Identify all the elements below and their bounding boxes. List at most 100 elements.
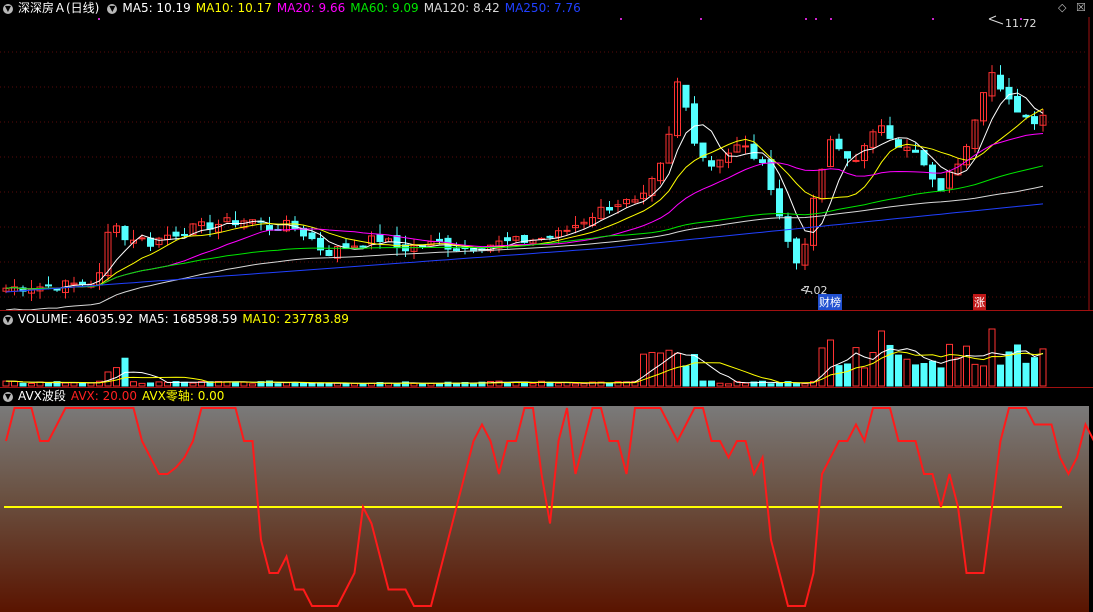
volume-ma10-label: MA10: 237783.89 xyxy=(242,312,349,326)
candle-down xyxy=(776,188,783,217)
candle-down xyxy=(844,151,851,159)
candle-up xyxy=(563,229,571,232)
volume-panel[interactable]: ▼ VOLUME: 46035.92 MA5: 168598.59 MA10: … xyxy=(0,311,1093,388)
stock-title: 深深房Ａ(日线) xyxy=(18,1,100,15)
volume-bar xyxy=(79,382,86,387)
volume-bar xyxy=(946,343,953,387)
volume-bar xyxy=(801,383,809,387)
volume-bar xyxy=(716,382,724,387)
candle-up xyxy=(852,159,860,162)
candle-down xyxy=(929,164,936,180)
candle-down xyxy=(172,231,180,237)
candle-down xyxy=(912,149,919,153)
price-panel[interactable]: ▼ 深深房Ａ(日线) ▼ MA5: 10.19 MA10: 10.17 MA20… xyxy=(0,0,1093,311)
volume-bar xyxy=(1022,362,1030,387)
dropdown-icon[interactable]: ▼ xyxy=(3,3,13,14)
candle-down xyxy=(181,233,188,236)
volume-bar xyxy=(937,367,945,387)
volume-label: VOLUME: 46035.92 xyxy=(18,312,134,326)
volume-bar xyxy=(325,382,333,387)
volume-menu-icon[interactable]: ▼ xyxy=(3,314,13,325)
volume-bar xyxy=(546,381,554,387)
finance-tag[interactable]: 财榜 xyxy=(818,294,842,310)
candle-down xyxy=(835,138,843,150)
volume-bar xyxy=(1005,351,1013,387)
high-price-label: 11.72 xyxy=(1005,17,1037,30)
indicator-menu-icon[interactable]: ▼ xyxy=(107,3,118,14)
candle-up xyxy=(138,237,146,240)
volume-bar xyxy=(436,383,443,387)
candle-down xyxy=(1022,114,1030,118)
volume-bar xyxy=(963,345,970,387)
volume-bar xyxy=(827,339,834,387)
candle-down xyxy=(997,74,1004,90)
candle-down xyxy=(793,238,800,264)
avx-chart[interactable] xyxy=(0,388,1093,612)
ma120-label: MA120: 8.42 xyxy=(423,1,500,15)
candle-down xyxy=(45,284,52,287)
signal-dot xyxy=(932,18,934,20)
volume-bar xyxy=(665,349,673,387)
signal-dot xyxy=(830,18,832,20)
volume-bar xyxy=(113,367,120,387)
volume-bar xyxy=(249,383,256,387)
volume-bar xyxy=(682,365,690,387)
avx-menu-icon[interactable]: ▼ xyxy=(3,391,13,402)
volume-bar xyxy=(708,380,715,387)
volume-bar xyxy=(232,381,239,387)
volume-bar xyxy=(308,383,316,387)
volume-bar xyxy=(691,354,698,387)
candle-down xyxy=(79,281,86,285)
signal-dot xyxy=(620,18,622,20)
candle-down xyxy=(308,232,316,240)
volume-bar xyxy=(87,382,95,387)
volume-bar xyxy=(155,381,163,387)
ma5-label: MA5: 10.19 xyxy=(122,1,191,15)
volume-bar xyxy=(657,352,664,387)
price-chart[interactable] xyxy=(0,0,1093,311)
volume-bar xyxy=(138,382,146,387)
volume-bar xyxy=(470,383,477,387)
volume-bar xyxy=(62,382,69,387)
volume-bar xyxy=(283,382,290,387)
candle-down xyxy=(266,225,273,231)
avx-background xyxy=(0,406,1089,612)
avx-header: ▼ AVX波段 AVX: 20.00 AVX零轴: 0.00 xyxy=(0,388,229,405)
avx-panel[interactable]: ▼ AVX波段 AVX: 20.00 AVX零轴: 0.00 xyxy=(0,388,1093,612)
volume-bar xyxy=(104,371,112,387)
candle-down xyxy=(691,103,698,144)
volume-bar xyxy=(189,382,197,387)
volume-bar xyxy=(28,382,35,387)
volume-bar xyxy=(835,365,843,387)
volume-bar xyxy=(419,383,426,387)
signal-dot xyxy=(700,18,702,20)
volume-bar xyxy=(725,383,732,387)
candle-down xyxy=(147,237,154,247)
volume-bar xyxy=(572,383,579,387)
ma20-label: MA20: 9.66 xyxy=(276,1,346,15)
volume-bar xyxy=(291,382,299,387)
candle-down xyxy=(546,235,554,238)
volume-bar xyxy=(674,352,681,387)
volume-bar xyxy=(954,357,962,387)
candle-down xyxy=(708,160,715,167)
candle-up xyxy=(742,145,749,148)
volume-bar xyxy=(2,380,10,387)
candle-down xyxy=(1014,95,1021,113)
volume-bar xyxy=(393,383,401,387)
volume-bar xyxy=(300,382,307,387)
rise-tag[interactable]: 涨 xyxy=(973,294,986,310)
volume-header: ▼ VOLUME: 46035.92 MA5: 168598.59 MA10: … xyxy=(0,311,354,328)
candle-down xyxy=(920,150,928,166)
signal-dot xyxy=(815,18,817,20)
volume-bar xyxy=(1031,357,1038,387)
candle-down xyxy=(750,143,758,159)
volume-bar xyxy=(980,365,987,387)
volume-bar xyxy=(699,380,707,387)
candle-down xyxy=(359,245,367,248)
signal-dot xyxy=(98,18,100,20)
high-marker-arrow xyxy=(988,15,1004,25)
candle-down xyxy=(886,125,894,139)
volume-bar xyxy=(606,382,613,387)
volume-bar xyxy=(912,364,919,387)
